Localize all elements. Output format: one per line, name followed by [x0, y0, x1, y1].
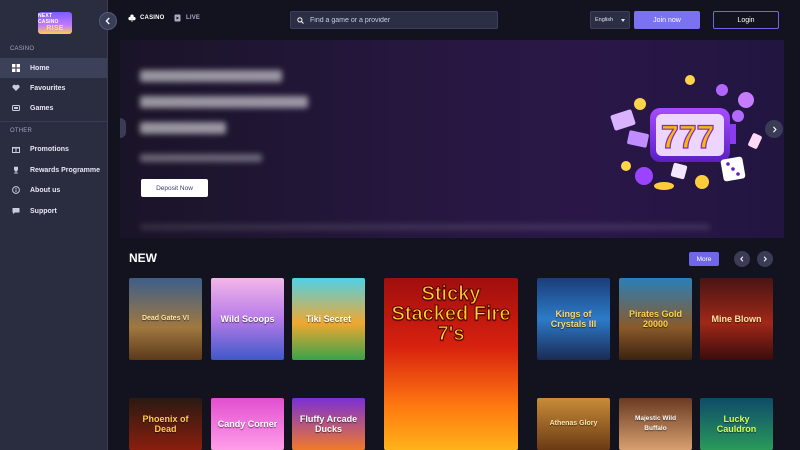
sidebar-divider — [0, 121, 107, 122]
svg-text:777: 777 — [661, 119, 714, 155]
sidebar-item-label: Games — [30, 104, 54, 112]
language-value: English — [595, 17, 614, 23]
deposit-now-button[interactable]: Deposit Now — [141, 179, 208, 197]
chevron-left-icon — [740, 256, 744, 262]
trophy-icon — [12, 166, 20, 174]
game-title: Majestic Wild Buffalo — [634, 415, 677, 432]
grid-icon — [12, 64, 20, 72]
sidebar-item-about[interactable]: About us — [0, 180, 107, 200]
join-now-button[interactable]: Join now — [634, 11, 700, 29]
sidebar-section-other: OTHER — [10, 128, 32, 134]
sidebar-item-label: Support — [30, 207, 57, 215]
game-title: Kings of Crystals III — [550, 309, 597, 329]
casino-logo[interactable]: NEXT CASINO RISE — [38, 12, 72, 34]
language-select[interactable]: English — [590, 11, 630, 29]
hero-next-button[interactable] — [765, 120, 783, 138]
hero-blurred-heading — [140, 96, 308, 108]
game-title: Sticky Stacked Fire 7's — [391, 283, 511, 345]
more-button[interactable]: More — [689, 252, 719, 266]
gift-icon — [12, 145, 20, 153]
chevron-right-icon — [763, 256, 767, 262]
game-tile[interactable]: Dead Gates VI — [129, 278, 202, 360]
sidebar-item-label: Home — [30, 64, 50, 72]
game-tile[interactable]: Pirates Gold 20000 — [619, 278, 692, 360]
hero-prev-button[interactable] — [120, 118, 126, 138]
game-tile[interactable]: Mine Blown — [700, 278, 773, 360]
row-next-button[interactable] — [757, 251, 773, 267]
game-tile[interactable]: Phoenix of Dead — [129, 398, 202, 450]
slot-machine-illustration: 777 — [610, 75, 762, 190]
sidebar-item-label: About us — [30, 186, 61, 194]
game-title: Tiki Secret — [305, 314, 352, 324]
hero-blurred-terms — [140, 224, 710, 230]
club-icon — [128, 14, 136, 22]
sidebar-item-favourites[interactable]: Favourites — [0, 78, 107, 98]
game-title: Mine Blown — [711, 314, 762, 324]
sidebar-item-support[interactable]: Support — [0, 201, 107, 221]
section-title-new: NEW — [129, 251, 157, 265]
login-button[interactable]: Login — [713, 11, 779, 29]
sidebar: NEXT CASINO RISE CASINO Home Favourites … — [0, 0, 108, 450]
game-title: Phoenix of Dead — [142, 414, 189, 434]
tab-casino[interactable]: CASINO — [128, 14, 165, 22]
game-tile-featured[interactable]: Sticky Stacked Fire 7's — [384, 278, 518, 450]
game-title: Lucky Cauldron — [716, 414, 757, 434]
chevron-left-icon — [105, 17, 110, 25]
game-title: Wild Scoops — [220, 314, 275, 324]
hero-blurred-subtext — [140, 154, 262, 162]
game-tile[interactable]: Tiki Secret — [292, 278, 365, 360]
caret-down-icon — [621, 19, 625, 22]
game-tile[interactable]: Athenas Glory — [537, 398, 610, 450]
game-title: Fluffy Arcade Ducks — [299, 414, 358, 434]
games-icon — [12, 104, 20, 112]
hero-blurred-heading — [140, 122, 226, 134]
search-input[interactable] — [310, 16, 490, 24]
tab-label: LIVE — [186, 15, 201, 21]
search-icon — [297, 16, 304, 24]
sidebar-item-home[interactable]: Home — [0, 58, 107, 78]
chat-icon — [12, 207, 20, 215]
game-title: Athenas Glory — [549, 420, 598, 427]
search-bar[interactable] — [290, 11, 498, 29]
game-tile[interactable]: Candy Corner — [211, 398, 284, 450]
info-icon — [12, 186, 20, 194]
live-icon — [174, 14, 181, 22]
logo-line-2: RISE — [46, 25, 64, 32]
sidebar-item-label: Favourites — [30, 84, 66, 92]
sidebar-item-rewards[interactable]: Rewards Programme — [0, 160, 107, 180]
sidebar-item-label: Rewards Programme — [30, 166, 101, 174]
row-prev-button[interactable] — [734, 251, 750, 267]
sidebar-section-casino: CASINO — [10, 46, 35, 52]
tab-label: CASINO — [140, 15, 165, 21]
sidebar-item-label: Promotions — [30, 145, 69, 153]
game-tile[interactable]: Kings of Crystals III — [537, 278, 610, 360]
game-tile[interactable]: Majestic Wild Buffalo — [619, 398, 692, 450]
app: NEXT CASINO RISE CASINO Home Favourites … — [0, 0, 800, 450]
hero-blurred-heading — [140, 70, 282, 82]
topbar: CASINO LIVE English Join now Login — [108, 0, 800, 40]
game-title: Pirates Gold 20000 — [628, 309, 682, 329]
sidebar-item-games[interactable]: Games — [0, 98, 107, 118]
game-title: Candy Corner — [217, 419, 278, 429]
game-tile[interactable]: Fluffy Arcade Ducks — [292, 398, 365, 450]
chevron-right-icon — [772, 125, 777, 133]
logo-line-1: NEXT CASINO — [38, 13, 59, 25]
tab-live[interactable]: LIVE — [174, 14, 200, 22]
sidebar-item-promotions[interactable]: Promotions — [0, 139, 107, 159]
game-tile[interactable]: Lucky Cauldron — [700, 398, 773, 450]
game-title: Dead Gates VI — [141, 315, 190, 322]
game-tile[interactable]: Wild Scoops — [211, 278, 284, 360]
heart-icon — [12, 84, 20, 92]
sidebar-collapse-button[interactable] — [99, 12, 117, 30]
